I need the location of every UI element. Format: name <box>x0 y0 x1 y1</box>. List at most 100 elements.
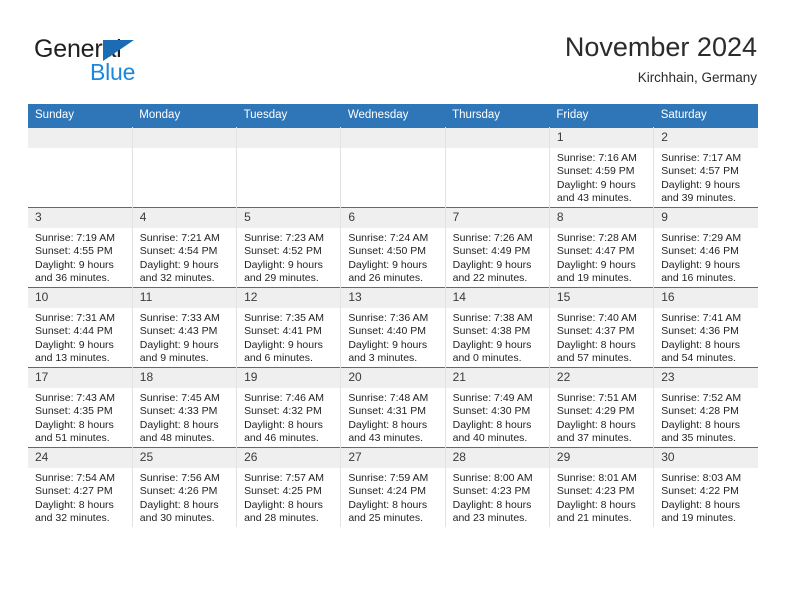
daylight-text-line1: Daylight: 9 hours <box>452 338 532 351</box>
daylight-text-line2: and 9 minutes. <box>139 352 209 365</box>
calendar-day-cell[interactable]: 27 Sunrise: 7:59 AM Sunset: 4:24 PM Dayligh… <box>340 447 446 527</box>
day-detail-block: Sunrise: 7:26 AM Sunset: 4:49 PM Daylight:… <box>446 228 549 286</box>
day-number: 26 <box>237 448 341 468</box>
calendar-day-cell[interactable]: 5 Sunrise: 7:23 AM Sunset: 4:52 PM Daylight… <box>236 207 342 288</box>
day-detail-block: Sunrise: 7:17 AM Sunset: 4:57 PM Daylight:… <box>654 148 758 206</box>
calendar-day-cell[interactable]: 24 Sunrise: 7:54 AM Sunset: 4:27 PM Dayligh… <box>28 447 133 527</box>
day-number: 3 <box>28 208 132 228</box>
daylight-text-line2: and 36 minutes. <box>35 272 110 285</box>
sunset-text: Sunset: 4:41 PM <box>244 325 322 338</box>
day-detail-block: Sunrise: 7:21 AM Sunset: 4:54 PM Daylight:… <box>133 228 236 286</box>
daylight-text-line1: Daylight: 8 hours <box>244 418 323 431</box>
page-subtitle: Kirchhain, Germany <box>637 70 757 85</box>
calendar-day-cell[interactable]: 4 Sunrise: 7:21 AM Sunset: 4:54 PM Daylight… <box>132 207 238 288</box>
page-title: November 2024 <box>564 32 757 62</box>
calendar-day-cell[interactable]: 10 Sunrise: 7:31 AM Sunset: 4:44 PM Dayligh… <box>28 287 133 368</box>
daylight-text-line1: Daylight: 9 hours <box>139 258 219 271</box>
calendar-day-cell[interactable]: 9 Sunrise: 7:29 AM Sunset: 4:46 PM Daylight… <box>653 207 758 288</box>
day-detail-block: Sunrise: 7:28 AM Sunset: 4:47 PM Daylight:… <box>550 228 653 286</box>
day-number: 17 <box>28 368 132 388</box>
title-block: November 2024 Kirchhain, Germany <box>565 30 757 88</box>
day-detail-block: Sunrise: 7:48 AM Sunset: 4:31 PM Daylight:… <box>341 388 444 446</box>
calendar-day-cell[interactable]: 26 Sunrise: 7:57 AM Sunset: 4:25 PM Dayligh… <box>236 447 342 527</box>
daylight-text-line2: and 3 minutes. <box>348 352 418 365</box>
calendar-day-cell[interactable]: 16 Sunrise: 7:41 AM Sunset: 4:36 PM Dayligh… <box>653 287 758 368</box>
calendar-day-cell[interactable]: 7 Sunrise: 7:26 AM Sunset: 4:49 PM Daylight… <box>445 207 550 288</box>
calendar-day-cell[interactable]: 1 Sunrise: 7:16 AM Sunset: 4:59 PM Daylight… <box>549 127 655 208</box>
day-detail-block <box>133 148 236 206</box>
daylight-text-line1: Daylight: 9 hours <box>348 338 428 351</box>
day-number <box>237 128 341 148</box>
daylight-text-line2: and 6 minutes. <box>244 352 313 365</box>
sunrise-text: Sunrise: 7:19 AM <box>35 232 115 244</box>
sunrise-text: Sunrise: 7:31 AM <box>35 312 115 324</box>
sunrise-text: Sunrise: 8:03 AM <box>661 472 742 484</box>
calendar-day-cell[interactable]: 21 Sunrise: 7:49 AM Sunset: 4:30 PM Dayligh… <box>445 367 550 448</box>
day-number: 24 <box>28 448 132 468</box>
calendar-day-cell[interactable]: 18 Sunrise: 7:45 AM Sunset: 4:33 PM Dayligh… <box>132 367 238 448</box>
logo-bottom-row: Blue <box>34 60 224 84</box>
calendar-day-cell[interactable]: 12 Sunrise: 7:35 AM Sunset: 4:41 PM Dayligh… <box>236 287 342 368</box>
calendar-day-cell[interactable]: 2 Sunrise: 7:17 AM Sunset: 4:57 PM Daylight… <box>653 127 758 208</box>
day-number: 10 <box>28 288 132 308</box>
day-number: 29 <box>549 448 654 468</box>
sunset-text: Sunset: 4:24 PM <box>348 485 426 498</box>
sunrise-text: Sunrise: 7:33 AM <box>139 312 220 324</box>
sunrise-text: Sunrise: 7:35 AM <box>244 312 325 324</box>
daylight-text-line2: and 26 minutes. <box>348 272 424 285</box>
calendar-day-cell[interactable]: 6 Sunrise: 7:24 AM Sunset: 4:50 PM Daylight… <box>340 207 446 288</box>
sunset-text: Sunset: 4:29 PM <box>556 405 635 418</box>
general-blue-logo[interactable]: General Blue <box>34 36 224 88</box>
day-detail-block: Sunrise: 7:49 AM Sunset: 4:30 PM Daylight:… <box>446 388 549 446</box>
day-number: 18 <box>132 368 237 388</box>
daylight-text-line1: Daylight: 8 hours <box>35 418 114 431</box>
day-detail-block: Sunrise: 7:31 AM Sunset: 4:44 PM Daylight:… <box>28 308 132 366</box>
calendar-day-cell[interactable]: 29 Sunrise: 8:01 AM Sunset: 4:23 PM Dayligh… <box>549 447 655 527</box>
daylight-text-line1: Daylight: 8 hours <box>35 498 114 511</box>
daylight-text-line2: and 13 minutes. <box>35 352 110 365</box>
sunrise-text: Sunrise: 7:40 AM <box>556 312 637 324</box>
sunrise-text: Sunrise: 7:24 AM <box>348 232 429 244</box>
day-number: 6 <box>341 208 445 228</box>
daylight-text-line2: and 35 minutes. <box>661 432 736 445</box>
calendar-day-cell[interactable]: 20 Sunrise: 7:48 AM Sunset: 4:31 PM Dayligh… <box>340 367 446 448</box>
day-detail-block: Sunrise: 7:35 AM Sunset: 4:41 PM Daylight:… <box>237 308 340 366</box>
day-number <box>341 128 445 148</box>
daylight-text-line2: and 19 minutes. <box>556 272 632 285</box>
calendar-day-cell[interactable]: 11 Sunrise: 7:33 AM Sunset: 4:43 PM Dayligh… <box>132 287 238 368</box>
calendar-day-cell[interactable]: 28 Sunrise: 8:00 AM Sunset: 4:23 PM Dayligh… <box>445 447 550 527</box>
weekday-header-tuesday: Tuesday <box>236 104 341 128</box>
day-detail-block: Sunrise: 7:29 AM Sunset: 4:46 PM Daylight:… <box>654 228 758 286</box>
calendar-day-cell[interactable]: 22 Sunrise: 7:51 AM Sunset: 4:29 PM Dayligh… <box>549 367 655 448</box>
day-number: 21 <box>445 368 549 388</box>
calendar-day-cell[interactable]: 23 Sunrise: 7:52 AM Sunset: 4:28 PM Dayligh… <box>653 367 758 448</box>
calendar-day-cell[interactable]: 17 Sunrise: 7:43 AM Sunset: 4:35 PM Dayligh… <box>28 367 133 448</box>
sunset-text: Sunset: 4:32 PM <box>244 405 322 418</box>
daylight-text-line2: and 51 minutes. <box>35 432 110 445</box>
sunrise-text: Sunrise: 7:43 AM <box>35 392 115 404</box>
daylight-text-line2: and 23 minutes. <box>452 512 528 525</box>
calendar-day-cell[interactable]: 14 Sunrise: 7:38 AM Sunset: 4:38 PM Dayligh… <box>445 287 550 368</box>
calendar-day-cell[interactable]: 13 Sunrise: 7:36 AM Sunset: 4:40 PM Dayligh… <box>340 287 446 368</box>
sunrise-text: Sunrise: 7:48 AM <box>348 392 429 404</box>
calendar-day-cell[interactable]: 19 Sunrise: 7:46 AM Sunset: 4:32 PM Dayligh… <box>236 367 342 448</box>
day-number: 12 <box>237 288 341 308</box>
day-number: 1 <box>549 128 654 148</box>
sunrise-text: Sunrise: 7:26 AM <box>452 232 533 244</box>
daylight-text-line2: and 19 minutes. <box>661 512 736 525</box>
day-detail-block: Sunrise: 7:52 AM Sunset: 4:28 PM Daylight:… <box>654 388 758 446</box>
daylight-text-line1: Daylight: 9 hours <box>244 258 323 271</box>
calendar-day-cell[interactable]: 30 Sunrise: 8:03 AM Sunset: 4:22 PM Dayligh… <box>653 447 758 527</box>
daylight-text-line2: and 32 minutes. <box>139 272 215 285</box>
daylight-text-line2: and 22 minutes. <box>452 272 528 285</box>
day-detail-block: Sunrise: 7:51 AM Sunset: 4:29 PM Daylight:… <box>550 388 653 446</box>
sunset-text: Sunset: 4:49 PM <box>452 245 531 258</box>
daylight-text-line1: Daylight: 9 hours <box>244 338 323 351</box>
day-number <box>132 128 237 148</box>
day-number: 16 <box>654 288 758 308</box>
calendar-day-cell[interactable]: 8 Sunrise: 7:28 AM Sunset: 4:47 PM Daylight… <box>549 207 655 288</box>
calendar-day-cell[interactable]: 3 Sunrise: 7:19 AM Sunset: 4:55 PM Daylight… <box>28 207 133 288</box>
calendar-day-cell[interactable]: 15 Sunrise: 7:40 AM Sunset: 4:37 PM Dayligh… <box>549 287 655 368</box>
day-detail-block: Sunrise: 7:45 AM Sunset: 4:33 PM Daylight:… <box>133 388 236 446</box>
calendar-day-cell[interactable]: 25 Sunrise: 7:56 AM Sunset: 4:26 PM Dayligh… <box>132 447 238 527</box>
